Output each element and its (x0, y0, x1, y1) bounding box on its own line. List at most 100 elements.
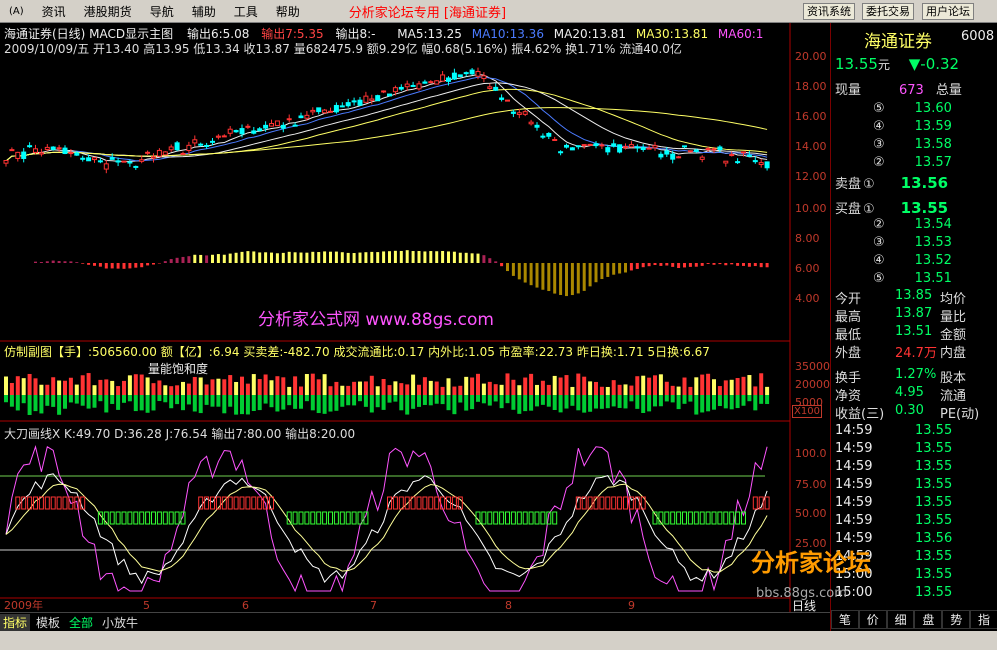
trade-button[interactable]: 委托交易 (862, 3, 914, 20)
vol-bar-up (411, 374, 416, 395)
macd-bar (753, 263, 757, 267)
macd-bar (470, 253, 474, 263)
vol-bar-down (558, 395, 563, 413)
menu-help[interactable]: 帮助 (267, 3, 309, 20)
vol-bar-up (346, 385, 351, 395)
candle-body (133, 165, 139, 168)
candle-body (357, 99, 363, 106)
kd-marker-red (210, 496, 215, 510)
candle-body (387, 93, 392, 97)
quote-tab[interactable]: 价 (858, 610, 887, 629)
vol-bar-down (116, 395, 121, 410)
vol-bar-up (476, 373, 480, 395)
vol-bar-down (399, 395, 404, 411)
bid-price: 13.52 (914, 253, 952, 268)
macd-bar (287, 251, 291, 263)
buy1-row: 买盘 ① 13.55 (835, 198, 948, 217)
vol-bar-up (682, 377, 687, 395)
vol-bar-up (352, 381, 357, 395)
macd-bar (75, 262, 79, 263)
forum-site: bbs.88gs.com (756, 586, 847, 601)
ask-price: 13.60 (914, 101, 952, 116)
vol-bar-up (245, 383, 250, 395)
kd-marker-green (552, 511, 558, 525)
ask-price: 13.59 (914, 119, 952, 134)
vol-bar-down (110, 395, 115, 404)
vol-bar-down (145, 395, 150, 413)
candle-body (21, 151, 27, 159)
candle-body (711, 148, 717, 151)
vol-bar-down (127, 395, 132, 402)
vol-bar-up (222, 379, 227, 395)
macd-bar (742, 263, 745, 266)
vol-bar-up (110, 380, 115, 395)
menu-nav[interactable]: 导航 (141, 3, 183, 20)
y-axis-vol-label: 35000 (795, 360, 830, 373)
menu-news[interactable]: 资讯 (33, 3, 75, 20)
quote-tab[interactable]: 盘 (914, 610, 943, 629)
kd-marker-green (687, 511, 693, 525)
macd-bar (529, 263, 533, 286)
candle-body (676, 156, 682, 159)
forum-button[interactable]: 用户论坛 (922, 3, 974, 20)
menu-aux[interactable]: 辅助 (183, 3, 225, 20)
vol-bar-down (281, 395, 286, 410)
vol-bar-up (57, 380, 62, 395)
y-axis-kd-label: 100.0 (795, 447, 827, 460)
quote-tab[interactable]: 笔 (831, 610, 859, 629)
candle-body (451, 72, 457, 80)
vol-bar-down (765, 395, 770, 405)
candle-body (752, 160, 758, 163)
candle-body (392, 87, 398, 93)
macd-bar (376, 252, 380, 263)
tab-template[interactable]: 模板 (33, 614, 63, 631)
bid-row: ⑤ 13.51 (835, 271, 952, 286)
macd-bar (594, 263, 598, 283)
macd-bar (476, 253, 480, 263)
macd-bar (688, 263, 692, 267)
stat-label: 最高 (835, 310, 862, 325)
news-system-button[interactable]: 资讯系统 (803, 3, 855, 20)
macd-bar (57, 261, 61, 263)
menu-tools[interactable]: 工具 (225, 3, 267, 20)
tick-price: 13.55 (915, 549, 953, 564)
vol-bar-up (192, 376, 197, 395)
vol-bar-up (251, 374, 256, 395)
candle-body (687, 150, 693, 153)
vol-bar-down (304, 395, 309, 402)
vol-bar-up (198, 377, 203, 395)
candle-body (487, 86, 493, 89)
candle-body (475, 70, 481, 77)
macd-bar (435, 251, 439, 263)
vol-bar-down (228, 395, 233, 407)
quote-tab[interactable]: 细 (886, 610, 915, 629)
vol-bar-up (263, 374, 268, 395)
kd-marker-red (617, 496, 623, 510)
macd-bar (281, 252, 285, 263)
menu-hk[interactable]: 港股期货 (75, 3, 141, 20)
kd-marker-red (599, 496, 605, 510)
vol-bar-up (275, 376, 280, 395)
ma20-line (5, 82, 768, 162)
quote-tab[interactable]: 指 (970, 610, 997, 629)
tab-all[interactable]: 全部 (66, 614, 96, 631)
kd-marker-red (239, 496, 245, 510)
tab-indicator[interactable]: 指标 (0, 613, 31, 631)
kd-marker-red (634, 496, 640, 510)
macd-bar (541, 263, 545, 290)
chart-area[interactable]: 20.00 18.00 16.00 14.00 12.00 10.00 8.00 6.00 4.… (0, 23, 830, 613)
vol-bar-down (481, 395, 486, 404)
quote-tab[interactable]: 势 (942, 610, 971, 629)
ask-row: ③ 13.58 (835, 137, 952, 152)
vol-bar-down (352, 395, 357, 406)
macd-bar (311, 251, 315, 263)
tick-time: 14:59 (835, 459, 873, 474)
tab-xfn[interactable]: 小放牛 (99, 614, 141, 631)
macd-bar (523, 263, 527, 283)
candle-body (239, 128, 245, 135)
candle-body (298, 115, 304, 119)
stat-value: 13.87 (895, 306, 933, 321)
macd-bar (694, 263, 698, 267)
system-icon[interactable]: (A) (0, 6, 33, 17)
macd-bar (199, 254, 203, 263)
